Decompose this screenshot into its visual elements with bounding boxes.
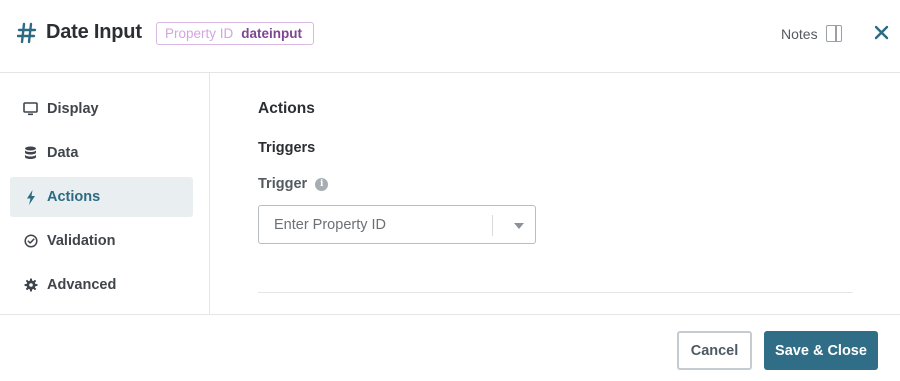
database-icon xyxy=(23,146,38,161)
trigger-label: Trigger i xyxy=(258,176,329,192)
trigger-select-placeholder: Enter Property ID xyxy=(274,217,387,233)
sidebar-item-label: Validation xyxy=(47,233,116,249)
gear-icon xyxy=(23,278,38,293)
info-icon[interactable]: i xyxy=(315,177,329,191)
trigger-label-text: Trigger xyxy=(258,176,308,192)
select-separator xyxy=(492,215,493,236)
modal-header: Date Input Property ID dateinput Notes xyxy=(0,0,900,73)
sidebar-item-advanced[interactable]: Advanced xyxy=(10,265,193,305)
panel-icon[interactable] xyxy=(825,25,842,42)
sidebar-item-actions[interactable]: Actions xyxy=(10,177,193,217)
trigger-select[interactable]: Enter Property ID xyxy=(258,205,536,244)
sidebar-item-label: Actions xyxy=(47,189,101,205)
sidebar-item-validation[interactable]: Validation xyxy=(10,221,193,261)
save-close-button[interactable]: Save & Close xyxy=(764,331,878,370)
property-id-value: dateinput xyxy=(241,26,303,41)
property-id-label: Property ID xyxy=(165,26,234,41)
check-circle-icon xyxy=(23,234,38,249)
sidebar-item-label: Advanced xyxy=(47,277,117,293)
hash-icon xyxy=(17,22,37,44)
sidebar-item-label: Display xyxy=(47,101,99,117)
sidebar-item-display[interactable]: Display xyxy=(10,89,193,129)
notes-toggle[interactable]: Notes xyxy=(781,25,842,42)
section-heading: Actions xyxy=(258,100,315,117)
modal-title: Date Input xyxy=(46,21,142,43)
lightning-icon xyxy=(23,189,38,205)
triggers-heading: Triggers xyxy=(258,140,316,156)
chevron-down-icon[interactable] xyxy=(514,223,524,229)
content-divider xyxy=(258,292,853,293)
settings-sidebar: Display Data Actions Validation Advanced xyxy=(0,73,210,314)
notes-label: Notes xyxy=(781,25,818,42)
cancel-button[interactable]: Cancel xyxy=(677,331,752,370)
sidebar-item-label: Data xyxy=(47,145,79,161)
sidebar-item-data[interactable]: Data xyxy=(10,133,193,173)
monitor-icon xyxy=(23,102,38,117)
property-id-badge: Property ID dateinput xyxy=(156,22,315,45)
close-icon[interactable] xyxy=(873,24,890,41)
